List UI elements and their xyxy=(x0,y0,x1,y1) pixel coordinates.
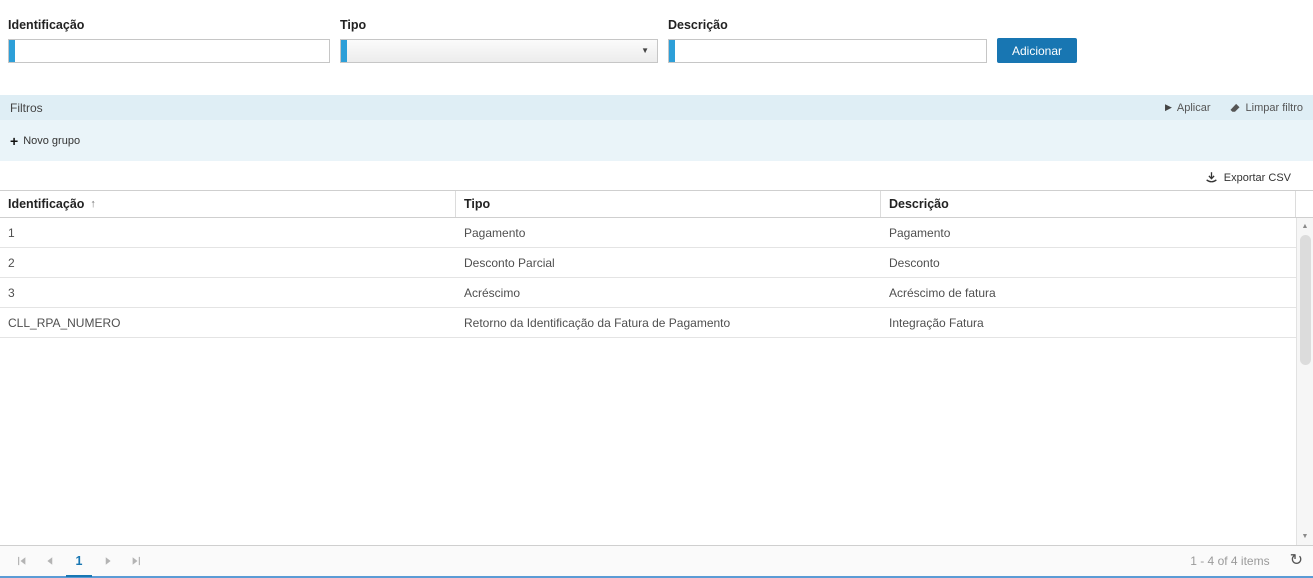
filters-body: + Novo grupo xyxy=(0,120,1313,161)
adicionar-button[interactable]: Adicionar xyxy=(997,38,1077,63)
cell-identificacao: 1 xyxy=(0,226,456,240)
header-scroll-spacer xyxy=(1296,191,1313,217)
data-grid: Identificação ↑ Tipo Descrição 1 Pagamen… xyxy=(0,190,1313,576)
chevron-left-icon xyxy=(44,555,56,567)
page: Identificação Tipo ▼ Descrição Adicionar xyxy=(0,0,1313,578)
identificacao-input[interactable] xyxy=(9,40,329,62)
eraser-icon xyxy=(1229,102,1241,114)
tipo-field: Tipo ▼ xyxy=(340,18,658,63)
cell-descricao: Acréscimo de fatura xyxy=(881,286,1296,300)
refresh-icon: ↻ xyxy=(1290,552,1303,569)
filters-header: Filtros ▶ Aplicar Limpar filtro xyxy=(0,95,1313,120)
column-header-descricao[interactable]: Descrição xyxy=(881,191,1296,217)
grid-header: Identificação ↑ Tipo Descrição xyxy=(0,191,1313,218)
pager-page-1[interactable]: 1 xyxy=(66,548,92,577)
cell-identificacao: CLL_RPA_NUMERO xyxy=(0,316,456,330)
cell-tipo: Pagamento xyxy=(456,226,881,240)
new-group-label: Novo grupo xyxy=(23,135,80,147)
cell-tipo: Retorno da Identificação da Fatura de Pa… xyxy=(456,316,881,330)
tipo-select[interactable]: ▼ xyxy=(340,39,658,63)
play-icon: ▶ xyxy=(1165,103,1172,112)
export-row: Exportar CSV xyxy=(0,161,1313,190)
column-header-identificacao[interactable]: Identificação ↑ xyxy=(0,191,456,217)
column-header-label: Tipo xyxy=(464,197,490,211)
new-group-button[interactable]: + Novo grupo xyxy=(10,134,80,148)
table-row[interactable]: 2 Desconto Parcial Desconto xyxy=(0,248,1296,278)
column-header-label: Identificação xyxy=(8,197,84,211)
filters-title: Filtros xyxy=(10,101,43,115)
descricao-label: Descrição xyxy=(668,18,987,32)
table-row[interactable]: 3 Acréscimo Acréscimo de fatura xyxy=(0,278,1296,308)
input-accent-bar xyxy=(341,40,347,62)
pager: 1 1 - 4 of 4 items ↻ xyxy=(0,545,1313,576)
descricao-field: Descrição xyxy=(668,18,987,63)
pager-first-button[interactable] xyxy=(10,549,34,573)
download-icon xyxy=(1205,171,1218,184)
plus-icon: + xyxy=(10,134,18,148)
descricao-input[interactable] xyxy=(669,40,986,62)
grid-rows: 1 Pagamento Pagamento 2 Desconto Parcial… xyxy=(0,218,1296,338)
table-row[interactable]: 1 Pagamento Pagamento xyxy=(0,218,1296,248)
cell-identificacao: 2 xyxy=(0,256,456,270)
input-accent-bar xyxy=(669,40,675,62)
scroll-up-icon[interactable]: ▲ xyxy=(1302,218,1309,235)
pager-last-button[interactable] xyxy=(124,549,148,573)
refresh-button[interactable]: ↻ xyxy=(1290,553,1303,569)
column-header-label: Descrição xyxy=(889,197,949,211)
add-record-form: Identificação Tipo ▼ Descrição Adicionar xyxy=(0,0,1313,63)
vertical-scrollbar[interactable]: ▲ ▼ xyxy=(1296,218,1313,545)
column-header-tipo[interactable]: Tipo xyxy=(456,191,881,217)
descricao-input-wrapper xyxy=(668,39,987,63)
cell-tipo: Desconto Parcial xyxy=(456,256,881,270)
clear-filter-button[interactable]: Limpar filtro xyxy=(1229,102,1303,114)
pager-next-button[interactable] xyxy=(96,549,120,573)
identificacao-field: Identificação xyxy=(8,18,330,63)
cell-identificacao: 3 xyxy=(0,286,456,300)
clear-filter-label: Limpar filtro xyxy=(1246,102,1303,114)
filters-panel: Filtros ▶ Aplicar Limpar filtro + Novo g… xyxy=(0,95,1313,161)
cell-descricao: Integração Fatura xyxy=(881,316,1296,330)
filters-actions: ▶ Aplicar Limpar filtro xyxy=(1165,102,1303,114)
identificacao-input-wrapper xyxy=(8,39,330,63)
input-accent-bar xyxy=(9,40,15,62)
tipo-label: Tipo xyxy=(340,18,658,32)
pager-info: 1 - 4 of 4 items xyxy=(1190,554,1269,568)
scroll-down-icon[interactable]: ▼ xyxy=(1302,528,1309,545)
apply-filter-label: Aplicar xyxy=(1177,102,1211,114)
export-csv-label: Exportar CSV xyxy=(1224,172,1291,184)
scrollbar-thumb[interactable] xyxy=(1300,235,1311,365)
chevron-down-icon: ▼ xyxy=(641,47,657,55)
table-row[interactable]: CLL_RPA_NUMERO Retorno da Identificação … xyxy=(0,308,1296,338)
pager-prev-button[interactable] xyxy=(38,549,62,573)
export-csv-button[interactable]: Exportar CSV xyxy=(1205,171,1291,184)
seek-last-icon xyxy=(130,555,142,567)
chevron-right-icon xyxy=(102,555,114,567)
seek-first-icon xyxy=(16,555,28,567)
apply-filter-button[interactable]: ▶ Aplicar xyxy=(1165,102,1211,114)
identificacao-label: Identificação xyxy=(8,18,330,32)
cell-descricao: Desconto xyxy=(881,256,1296,270)
cell-tipo: Acréscimo xyxy=(456,286,881,300)
cell-descricao: Pagamento xyxy=(881,226,1296,240)
grid-body: 1 Pagamento Pagamento 2 Desconto Parcial… xyxy=(0,218,1313,545)
sort-asc-icon: ↑ xyxy=(90,198,96,210)
